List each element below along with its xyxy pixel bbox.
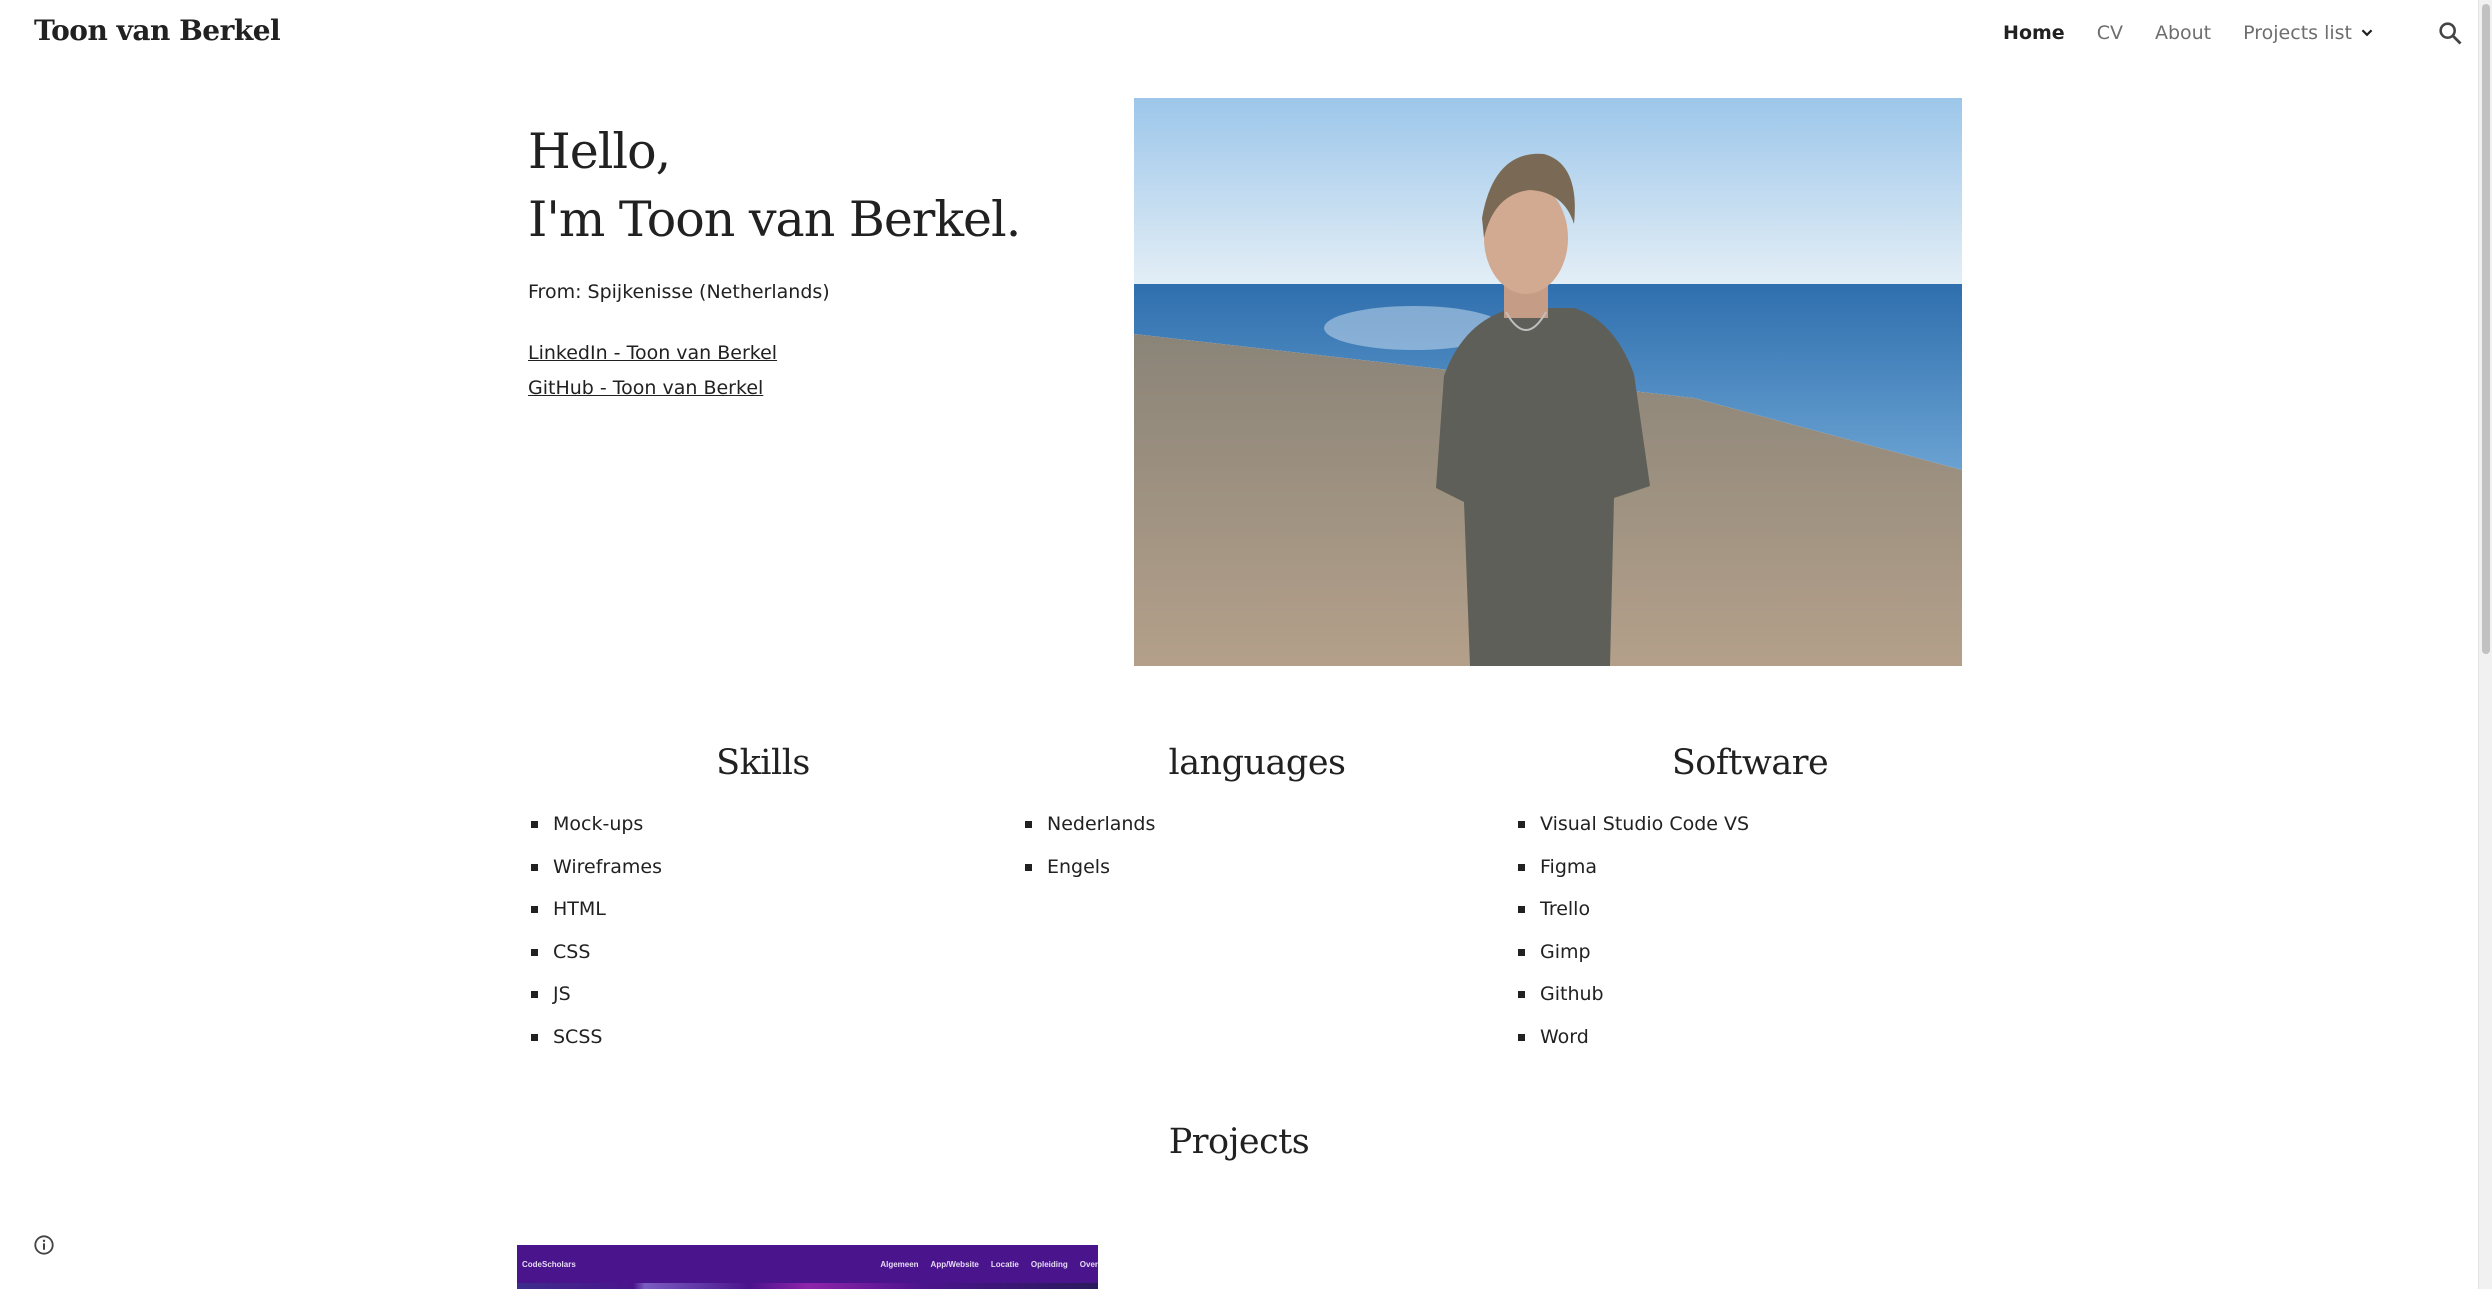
list-item: SCSS xyxy=(528,1016,998,1059)
nav-item-about[interactable]: About xyxy=(2155,22,2211,44)
software-title: Software xyxy=(1671,743,1829,783)
thumbnail-brand: CodeScholars xyxy=(522,1260,576,1269)
list-item: Gimp xyxy=(1515,931,1985,974)
list-item: Word xyxy=(1515,1016,1985,1059)
list-item: HTML xyxy=(528,888,998,931)
thumbnail-nav-item: App/Website xyxy=(930,1260,979,1269)
profile-photo xyxy=(1134,98,1962,666)
thumbnail-nav-item: Locatie xyxy=(990,1260,1019,1269)
list-item: Mock-ups xyxy=(528,803,998,846)
list-item: Visual Studio Code VS xyxy=(1515,803,1985,846)
hero-hometown: From: Spijkenisse (Netherlands) xyxy=(528,281,830,303)
thumbnail-nav-item: Over xyxy=(1079,1260,1098,1269)
list-item: Github xyxy=(1515,973,1985,1016)
chevron-down-icon[interactable] xyxy=(2356,22,2378,44)
languages-section: languages Nederlands Engels xyxy=(1022,735,1492,888)
search-icon[interactable] xyxy=(2436,19,2464,47)
software-list: Visual Studio Code VS Figma Trello Gimp … xyxy=(1515,803,1985,1058)
list-item: Engels xyxy=(1022,846,1492,889)
thumbnail-hero-strip xyxy=(517,1283,1098,1289)
main-nav: Home CV About Projects list xyxy=(1971,22,2378,44)
hero-title: Hello, I'm Toon van Berkel. xyxy=(528,118,1088,254)
nav-item-projects-list-label: Projects list xyxy=(2243,22,2352,44)
thumbnail-nav-item: Opleiding xyxy=(1030,1260,1068,1269)
hero-greeting-line1: Hello, xyxy=(528,123,671,180)
beach-portrait-image xyxy=(1134,98,1962,666)
list-item: CSS xyxy=(528,931,998,974)
software-section: Software Visual Studio Code VS Figma Tre… xyxy=(1515,735,1985,1058)
linkedin-link[interactable]: LinkedIn - Toon van Berkel xyxy=(528,336,1088,371)
hero-links: LinkedIn - Toon van Berkel GitHub - Toon… xyxy=(528,336,1088,406)
site-header: Toon van Berkel Home CV About Projects l… xyxy=(0,0,2478,70)
info-icon[interactable] xyxy=(33,1234,55,1256)
scrollbar-thumb[interactable] xyxy=(2482,4,2490,654)
skills-list: Mock-ups Wireframes HTML CSS JS SCSS xyxy=(528,803,998,1058)
github-link[interactable]: GitHub - Toon van Berkel xyxy=(528,371,1088,406)
nav-item-projects-list[interactable]: Projects list xyxy=(2243,22,2378,44)
hero-greeting-line2: I'm Toon van Berkel. xyxy=(528,191,1021,248)
project-thumbnail-codescholars[interactable]: CodeScholars Algemeen App/Website Locati… xyxy=(517,1245,1098,1289)
hero-intro: Hello, I'm Toon van Berkel. From: Spijke… xyxy=(528,118,1088,406)
thumbnail-nav: Algemeen App/Website Locatie Opleiding O… xyxy=(868,1260,1098,1269)
languages-title: languages xyxy=(1168,743,1347,783)
list-item: Trello xyxy=(1515,888,1985,931)
list-item: Figma xyxy=(1515,846,1985,889)
page-scrollbar[interactable] xyxy=(2478,0,2492,1289)
site-title-link[interactable]: Toon van Berkel xyxy=(34,14,281,47)
nav-item-home[interactable]: Home xyxy=(2003,22,2065,44)
projects-title: Projects xyxy=(1168,1122,1310,1162)
list-item: Wireframes xyxy=(528,846,998,889)
list-item: Nederlands xyxy=(1022,803,1492,846)
list-item: JS xyxy=(528,973,998,1016)
nav-item-cv[interactable]: CV xyxy=(2097,22,2123,44)
languages-list: Nederlands Engels xyxy=(1022,803,1492,888)
skills-title: Skills xyxy=(716,743,810,783)
skills-section: Skills Mock-ups Wireframes HTML CSS JS S… xyxy=(528,735,998,1058)
thumbnail-nav-item: Algemeen xyxy=(880,1260,919,1269)
